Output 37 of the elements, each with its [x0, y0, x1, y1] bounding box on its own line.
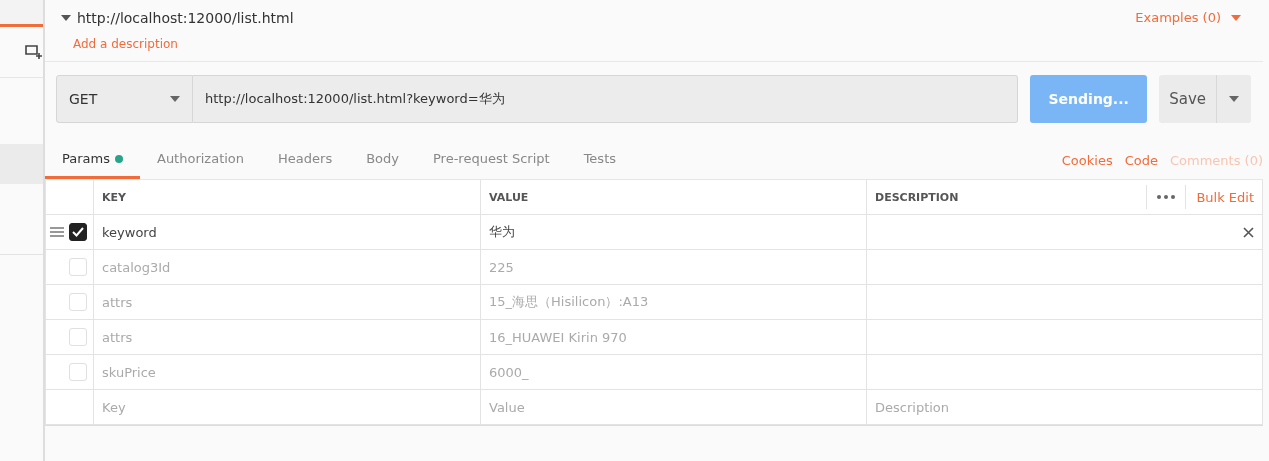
caret-icon	[61, 15, 71, 21]
param-key[interactable]: attrs	[94, 285, 481, 320]
caret-icon	[1229, 96, 1239, 102]
request-tab[interactable]: Body	[349, 151, 416, 179]
row-checkbox[interactable]	[69, 223, 87, 241]
sidebar-tab[interactable]	[0, 0, 43, 27]
param-value[interactable]: 华为	[481, 215, 867, 250]
column-header: KEY	[94, 180, 481, 215]
param-key[interactable]: attrs	[94, 320, 481, 355]
caret-icon	[1231, 14, 1241, 21]
add-description-link[interactable]: Add a description	[73, 37, 294, 51]
request-tab[interactable]: Authorization	[140, 151, 262, 179]
method-dropdown[interactable]: GET	[56, 75, 193, 123]
param-value[interactable]: 15_海思（Hisilicon）:A13	[481, 285, 867, 320]
sidebar-item[interactable]	[0, 144, 43, 184]
column-header: DESCRIPTION	[875, 190, 959, 204]
dots-icon	[1157, 195, 1176, 199]
caret-icon	[170, 96, 180, 102]
header-link[interactable]: Cookies	[1061, 153, 1113, 168]
close-icon[interactable]	[1243, 226, 1254, 238]
request-tab[interactable]: Pre-request Script	[416, 151, 567, 179]
column-header: VALUE	[481, 180, 867, 215]
examples-dropdown[interactable]: Examples (0)	[1135, 10, 1241, 25]
param-key[interactable]: catalog3Id	[94, 250, 481, 285]
new-window-icon[interactable]	[25, 44, 43, 60]
bulk-edit-link[interactable]: Bulk Edit	[1196, 189, 1254, 205]
param-key[interactable]: keyword	[94, 215, 481, 250]
param-value[interactable]: 225	[481, 250, 867, 285]
request-tab[interactable]: Tests	[566, 151, 633, 179]
request-title: http://localhost:12000/list.html	[77, 10, 294, 26]
drag-handle-icon[interactable]	[50, 227, 64, 237]
request-tab[interactable]: Headers	[261, 151, 350, 179]
send-button[interactable]: Sending...	[1030, 75, 1148, 123]
url-field[interactable]: http://localhost:12000/list.html?keyword=华为	[193, 75, 1019, 123]
more-options-button[interactable]	[1146, 185, 1187, 209]
header-link[interactable]: Code	[1124, 153, 1158, 168]
param-value[interactable]: 16_HUAWEI Kirin 970	[481, 320, 867, 355]
